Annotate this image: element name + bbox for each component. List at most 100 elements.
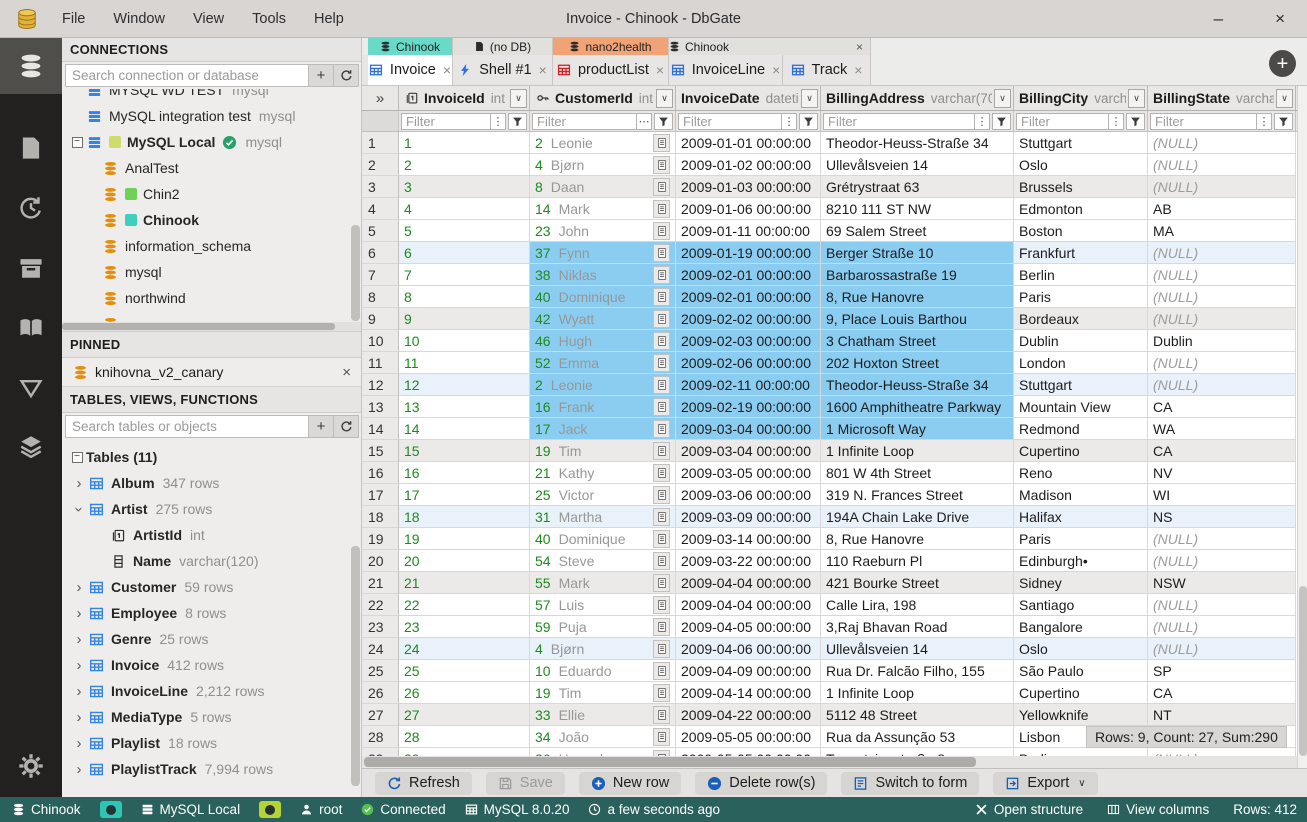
tab-invoice[interactable]: Invoice ×: [368, 55, 453, 85]
cell-billingaddress[interactable]: 319 N. Frances Street: [821, 484, 1014, 506]
cell-billingcity[interactable]: Yellowknife: [1014, 704, 1148, 726]
row-number[interactable]: 14: [362, 418, 399, 440]
chevron-right-icon[interactable]: ›: [70, 579, 88, 596]
cell-billingaddress[interactable]: Tauentzienstraße 8: [821, 748, 1014, 756]
cell-billingaddress[interactable]: Grétrystraat 63: [821, 176, 1014, 198]
cell-invoiceid[interactable]: 5: [399, 220, 530, 242]
filter-menu-button[interactable]: ⋮: [491, 112, 506, 130]
row-number[interactable]: 16: [362, 462, 399, 484]
activity-triangle-button[interactable]: [0, 360, 62, 416]
cell-billingcity[interactable]: Stuttgart: [1014, 132, 1148, 154]
cell-customerid[interactable]: 40 Dominique: [530, 286, 676, 308]
row-number[interactable]: 15: [362, 440, 399, 462]
open-reference-button[interactable]: [653, 617, 670, 636]
cell-invoicedate[interactable]: 2009-04-04 00:00:00: [676, 594, 821, 616]
cell-invoicedate[interactable]: 2009-01-03 00:00:00: [676, 176, 821, 198]
table-item[interactable]: › PlaylistTrack 7,994 rows: [62, 756, 361, 782]
cell-billingstate[interactable]: (NULL): [1148, 594, 1296, 616]
close-button[interactable]: ×: [1275, 10, 1285, 27]
cell-invoicedate[interactable]: 2009-02-01 00:00:00: [676, 264, 821, 286]
grid-vscrollbar[interactable]: [1297, 86, 1307, 768]
cell-billingcity[interactable]: Oslo: [1014, 154, 1148, 176]
chevron-right-icon[interactable]: ›: [70, 657, 88, 674]
row-number[interactable]: 24: [362, 638, 399, 660]
table-item[interactable]: › Invoice 412 rows: [62, 652, 361, 678]
connections-vscrollbar[interactable]: [351, 225, 360, 321]
cell-billingaddress[interactable]: Rua Dr. Falcão Filho, 155: [821, 660, 1014, 682]
menu-tools[interactable]: Tools: [242, 7, 296, 31]
cell-billingaddress[interactable]: 194A Chain Lake Drive: [821, 506, 1014, 528]
filter-funnel-button[interactable]: [799, 112, 818, 130]
connection-item[interactable]: Chin2: [62, 181, 361, 207]
cell-billingcity[interactable]: Paris: [1014, 528, 1148, 550]
cell-invoicedate[interactable]: 2009-03-09 00:00:00: [676, 506, 821, 528]
connection-item[interactable]: MYSQL WD TEST mysql: [62, 89, 361, 103]
filter-funnel-button[interactable]: [992, 112, 1011, 130]
cell-invoiceid[interactable]: 10: [399, 330, 530, 352]
chevron-right-icon[interactable]: ›: [70, 605, 88, 622]
chevron-down-icon[interactable]: ›: [71, 500, 88, 518]
status-open-structure[interactable]: Open structure: [975, 802, 1083, 817]
filter-menu-button[interactable]: ⋮: [1257, 112, 1272, 130]
cell-billingstate[interactable]: (NULL): [1148, 550, 1296, 572]
cell-billingcity[interactable]: Mountain View: [1014, 396, 1148, 418]
row-number[interactable]: 10: [362, 330, 399, 352]
cell-customerid[interactable]: 4 Bjørn: [530, 154, 676, 176]
tab-group-chinook[interactable]: Chinook ×: [669, 38, 871, 55]
menu-help[interactable]: Help: [304, 7, 354, 31]
row-number[interactable]: 18: [362, 506, 399, 528]
activity-database-button[interactable]: [0, 38, 62, 94]
activity-file-button[interactable]: [0, 120, 62, 176]
cell-billingcity[interactable]: Bangalore: [1014, 616, 1148, 638]
cell-billingcity[interactable]: Dublin: [1014, 330, 1148, 352]
row-number[interactable]: 23: [362, 616, 399, 638]
connection-item[interactable]: northwind: [62, 285, 361, 311]
cell-billingaddress[interactable]: 1 Microsoft Way: [821, 418, 1014, 440]
row-number[interactable]: 2: [362, 154, 399, 176]
table-item[interactable]: › InvoiceLine 2,212 rows: [62, 678, 361, 704]
tab-close-icon[interactable]: ×: [443, 62, 451, 78]
open-reference-button[interactable]: [653, 639, 670, 658]
table-item[interactable]: › MediaType 5 rows: [62, 704, 361, 730]
cell-billingaddress[interactable]: 801 W 4th Street: [821, 462, 1014, 484]
row-number[interactable]: 13: [362, 396, 399, 418]
cell-customerid[interactable]: 42 Wyatt: [530, 308, 676, 330]
column-header-billingstate[interactable]: BillingState varcha ∨: [1148, 86, 1296, 110]
tab-group-chinook[interactable]: Chinook: [368, 38, 453, 55]
filter-input[interactable]: [678, 112, 782, 130]
menu-file[interactable]: File: [52, 7, 95, 31]
cell-customerid[interactable]: 10 Eduardo: [530, 660, 676, 682]
connection-item[interactable]: Chinook: [62, 207, 361, 233]
cell-invoiceid[interactable]: 13: [399, 396, 530, 418]
cell-customerid[interactable]: 19 Tim: [530, 440, 676, 462]
cell-billingcity[interactable]: Redmond: [1014, 418, 1148, 440]
cell-invoicedate[interactable]: 2009-03-05 00:00:00: [676, 462, 821, 484]
filter-menu-button[interactable]: ⋮: [782, 112, 797, 130]
cell-billingstate[interactable]: (NULL): [1148, 242, 1296, 264]
cell-invoicedate[interactable]: 2009-04-09 00:00:00: [676, 660, 821, 682]
cell-customerid[interactable]: 17 Jack: [530, 418, 676, 440]
cell-billingcity[interactable]: Oslo: [1014, 638, 1148, 660]
cell-billingaddress[interactable]: Theodor-Heuss-Straße 34: [821, 374, 1014, 396]
row-number[interactable]: 20: [362, 550, 399, 572]
cell-billingcity[interactable]: Madison: [1014, 484, 1148, 506]
cell-invoicedate[interactable]: 2009-04-04 00:00:00: [676, 572, 821, 594]
cell-billingstate[interactable]: SP: [1148, 660, 1296, 682]
chevron-right-icon[interactable]: ›: [70, 709, 88, 726]
cell-customerid[interactable]: 21 Kathy: [530, 462, 676, 484]
cell-invoicedate[interactable]: 2009-01-19 00:00:00: [676, 242, 821, 264]
cell-billingcity[interactable]: Bordeaux: [1014, 308, 1148, 330]
save-button[interactable]: Save: [485, 771, 565, 795]
row-number[interactable]: 19: [362, 528, 399, 550]
tab-shell1[interactable]: Shell #1 ×: [453, 55, 553, 85]
cell-billingaddress[interactable]: 9, Place Louis Barthou: [821, 308, 1014, 330]
row-number[interactable]: 12: [362, 374, 399, 396]
filter-menu-button[interactable]: ⋮: [1109, 112, 1124, 130]
chevron-right-icon[interactable]: ›: [70, 683, 88, 700]
cell-invoiceid[interactable]: 23: [399, 616, 530, 638]
cell-billingstate[interactable]: (NULL): [1148, 748, 1296, 756]
column-menu-button[interactable]: ∨: [1276, 88, 1293, 108]
table-item[interactable]: › Genre 25 rows: [62, 626, 361, 652]
cell-billingaddress[interactable]: 3,Raj Bhavan Road: [821, 616, 1014, 638]
chevron-right-icon[interactable]: ›: [70, 735, 88, 752]
